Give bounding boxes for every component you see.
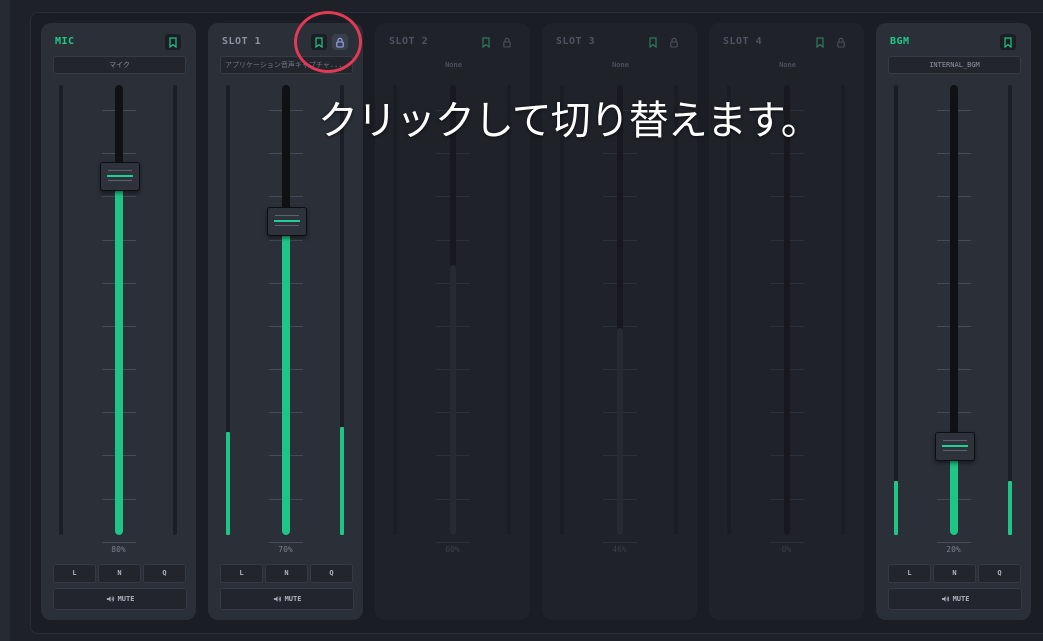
eq-low-button[interactable]: L bbox=[53, 564, 96, 583]
fader-tick bbox=[937, 542, 971, 543]
speaker-icon bbox=[106, 595, 118, 603]
meter-fill bbox=[894, 481, 898, 535]
eq-quiet-button[interactable]: Q bbox=[978, 564, 1021, 583]
level-meter-right bbox=[674, 85, 678, 535]
volume-percent: 46% bbox=[612, 545, 627, 554]
meter-fill bbox=[1008, 481, 1012, 535]
eq-quiet-button[interactable]: Q bbox=[143, 564, 186, 583]
speaker-icon bbox=[941, 595, 953, 603]
fader-track[interactable] bbox=[784, 85, 790, 535]
source-select[interactable]: None bbox=[554, 56, 687, 74]
mute-button[interactable]: MUTE bbox=[888, 588, 1022, 610]
fader-fill bbox=[115, 175, 123, 535]
channel-title: SLOT 1 bbox=[222, 36, 262, 47]
level-meter-left bbox=[560, 85, 564, 535]
channel-title: SLOT 3 bbox=[556, 36, 596, 47]
fader-tick bbox=[770, 542, 804, 543]
fader-knob[interactable] bbox=[100, 162, 140, 191]
channel-title: SLOT 4 bbox=[723, 36, 763, 47]
left-edge-bar bbox=[0, 0, 10, 641]
fader-fill bbox=[450, 265, 456, 535]
bookmark-icon[interactable] bbox=[1000, 34, 1016, 50]
fader-track[interactable] bbox=[115, 85, 123, 535]
lock-toggle-highlight-circle bbox=[294, 11, 362, 73]
lock-icon[interactable] bbox=[666, 34, 682, 50]
source-select[interactable]: None bbox=[387, 56, 520, 74]
level-meter-right bbox=[173, 85, 177, 535]
mute-button[interactable]: MUTE bbox=[53, 588, 187, 610]
fader-fill bbox=[617, 328, 623, 535]
meter-fill bbox=[226, 431, 230, 535]
fader-knob[interactable] bbox=[267, 207, 307, 236]
fader-tick bbox=[269, 542, 303, 543]
bookmark-icon[interactable] bbox=[645, 34, 661, 50]
level-meter-right bbox=[1008, 85, 1012, 535]
lock-icon[interactable] bbox=[499, 34, 515, 50]
level-meter-left bbox=[727, 85, 731, 535]
fader-tick bbox=[436, 542, 470, 543]
level-meter-right bbox=[841, 85, 845, 535]
channel-strip-mic: MIC マイク 80% L N Q MUTE bbox=[41, 23, 196, 620]
fader-tick bbox=[603, 542, 637, 543]
eq-quiet-button[interactable]: Q bbox=[310, 564, 353, 583]
fader-track[interactable] bbox=[450, 85, 456, 535]
tutorial-caption: クリックして切り替えます。 bbox=[318, 98, 821, 144]
mute-label: MUTE bbox=[952, 595, 970, 603]
speaker-icon bbox=[273, 595, 285, 603]
volume-percent: 0% bbox=[781, 545, 792, 554]
fader-track[interactable] bbox=[617, 85, 623, 535]
volume-percent: 20% bbox=[946, 545, 961, 554]
level-meter-left bbox=[59, 85, 63, 535]
eq-normal-button[interactable]: N bbox=[265, 564, 308, 583]
source-select[interactable]: None bbox=[721, 56, 854, 74]
fader-track[interactable] bbox=[282, 85, 290, 535]
mute-button[interactable]: MUTE bbox=[220, 588, 354, 610]
level-meter-left bbox=[393, 85, 397, 535]
volume-percent: 70% bbox=[278, 545, 293, 554]
source-select[interactable]: マイク bbox=[53, 56, 186, 74]
fader-fill bbox=[282, 220, 290, 535]
volume-percent: 60% bbox=[445, 545, 460, 554]
fader-track[interactable] bbox=[950, 85, 958, 535]
level-meter-left bbox=[894, 85, 898, 535]
channel-title: MIC bbox=[55, 36, 75, 47]
mute-label: MUTE bbox=[284, 595, 302, 603]
meter-fill bbox=[340, 427, 344, 535]
channel-title: SLOT 2 bbox=[389, 36, 429, 47]
fader-knob[interactable] bbox=[935, 432, 975, 461]
eq-normal-button[interactable]: N bbox=[933, 564, 976, 583]
fader-tick bbox=[102, 542, 136, 543]
eq-low-button[interactable]: L bbox=[220, 564, 263, 583]
eq-low-button[interactable]: L bbox=[888, 564, 931, 583]
eq-normal-button[interactable]: N bbox=[98, 564, 141, 583]
source-select[interactable]: INTERNAL_BGM bbox=[888, 56, 1021, 74]
lock-icon[interactable] bbox=[833, 34, 849, 50]
bookmark-icon[interactable] bbox=[812, 34, 828, 50]
volume-percent: 80% bbox=[111, 545, 126, 554]
level-meter-right bbox=[507, 85, 511, 535]
bookmark-icon[interactable] bbox=[478, 34, 494, 50]
level-meter-right bbox=[340, 85, 344, 535]
channel-strip-bgm: BGM INTERNAL_BGM 20% L N Q MUTE bbox=[876, 23, 1031, 620]
mute-label: MUTE bbox=[117, 595, 135, 603]
level-meter-left bbox=[226, 85, 230, 535]
bookmark-icon[interactable] bbox=[165, 34, 181, 50]
channel-title: BGM bbox=[890, 36, 910, 47]
